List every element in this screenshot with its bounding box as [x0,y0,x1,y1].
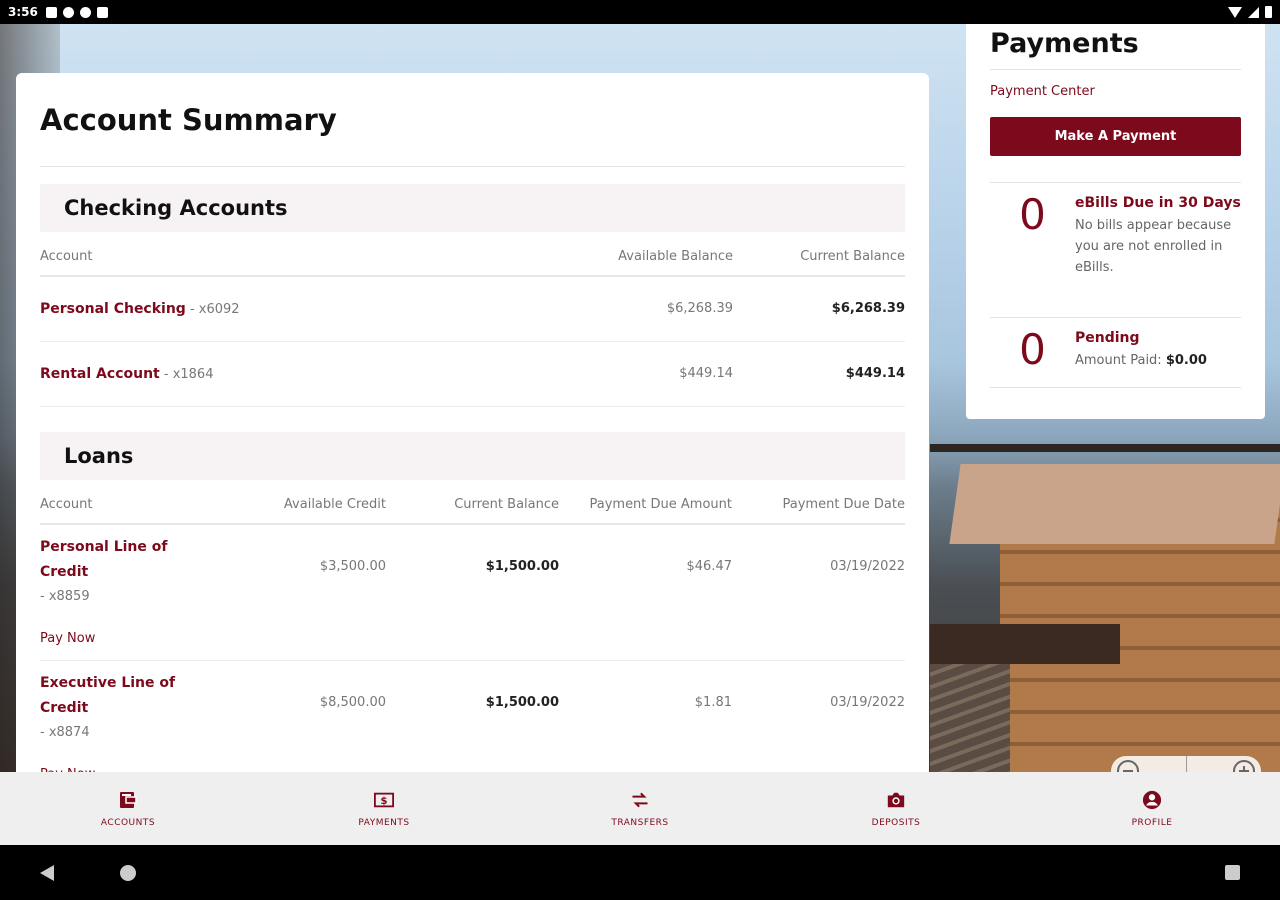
loans-heading: Loans [40,431,905,480]
account-mask: - x8874 [40,725,90,740]
nav-transfers[interactable]: TRANSFERS [512,772,768,845]
nav-label: ACCOUNTS [100,817,156,828]
notification-icon [79,6,91,18]
battery-icon [1265,6,1272,18]
payment-due-amount: $46.47 [559,523,732,661]
ebills-label[interactable]: eBills Due in 30 Days [1075,191,1241,215]
checking-accounts-table: Account Available Balance Current Balanc… [40,232,905,407]
account-summary-card: Account Summary Checking Accounts Accoun… [16,73,929,772]
column-header: Account [40,232,513,277]
account-link[interactable]: Rental Account [40,366,160,382]
user-circle-icon [1142,790,1162,810]
nav-payments[interactable]: $ PAYMENTS [256,772,512,845]
column-header: Available Balance [513,232,733,277]
ebills-description: No bills appear because you are not enro… [1075,218,1232,275]
account-link[interactable]: Personal Line of Credit [40,539,167,580]
pending-row[interactable]: 0 Pending Amount Paid: $0.00 [990,317,1241,387]
account-mask: - x1864 [159,366,214,382]
nav-deposits[interactable]: DEPOSITS [768,772,1024,845]
available-credit: $3,500.00 [206,523,386,661]
column-header: Payment Due Amount [559,479,732,525]
current-balance: $449.14 [733,341,905,407]
transfer-arrows-icon [630,790,650,810]
system-navigation-bar [0,845,1280,900]
column-header: Account [40,479,206,525]
account-mask: - x6092 [185,301,240,317]
account-mask: - x8859 [40,588,90,604]
payments-panel: Payments Payment Center Make A Payment 0… [966,24,1265,419]
nav-label: PROFILE [1131,817,1173,828]
table-row[interactable]: Executive Line of Credit - x8874 Pay Now… [40,660,905,772]
bottom-navigation: ACCOUNTS $ PAYMENTS TRANSFERS DEPOSITS P… [0,772,1280,845]
pending-count: 0 [1019,325,1046,374]
table-row[interactable]: Personal Line of Credit - x8859 Pay Now … [40,523,905,661]
nav-label: PAYMENTS [358,817,410,828]
wifi-icon [1228,6,1242,18]
signal-icon [1248,6,1259,18]
pay-now-link[interactable]: Pay Now [40,763,206,772]
current-balance: $1,500.00 [386,660,559,772]
column-header: Current Balance [386,479,559,525]
nav-profile[interactable]: PROFILE [1024,772,1280,845]
ebills-row[interactable]: 0 eBills Due in 30 Days No bills appear … [990,182,1241,317]
wallet-icon [118,790,138,810]
payment-center-link[interactable]: Payment Center [990,84,1241,104]
map-zoom-control [1111,756,1261,772]
zoom-out-icon[interactable] [1117,760,1139,772]
available-balance: $449.14 [513,341,733,407]
zoom-in-icon[interactable] [1233,760,1255,772]
table-row[interactable]: Personal Checking - x6092 $6,268.39 $6,2… [40,276,905,342]
payments-title: Payments [990,24,1241,70]
notification-icon [62,6,74,18]
account-link[interactable]: Personal Checking [40,301,186,317]
account-link[interactable]: Executive Line of Credit [40,675,175,716]
available-credit: $8,500.00 [206,660,386,772]
make-payment-button[interactable]: Make A Payment [990,117,1241,156]
column-header: Payment Due Date [732,479,905,525]
nav-label: DEPOSITS [871,817,921,828]
svg-text:$: $ [381,796,388,807]
payment-due-date: 03/19/2022 [732,523,905,661]
status-bar: 3:56 [0,0,1280,24]
current-balance: $6,268.39 [733,276,905,342]
dollar-bill-icon: $ [374,790,394,810]
loans-table: Account Available Credit Current Balance… [40,479,905,772]
amount-paid-value: $0.00 [1165,353,1207,368]
checking-accounts-heading: Checking Accounts [40,184,905,232]
home-icon[interactable] [120,865,136,881]
table-row[interactable]: Rental Account - x1864 $449.14 $449.14 [40,341,905,407]
sd-card-icon [96,6,108,18]
recent-apps-icon[interactable] [1225,865,1240,880]
amount-paid-label: Amount Paid: [1075,353,1162,368]
back-icon[interactable] [40,865,54,881]
current-balance: $1,500.00 [386,523,559,661]
payment-due-date: 03/19/2022 [732,660,905,772]
pending-label[interactable]: Pending [1075,326,1241,350]
status-time: 3:56 [8,5,38,19]
available-balance: $6,268.39 [513,276,733,342]
ebills-count: 0 [1019,190,1046,239]
column-header: Current Balance [733,232,905,277]
notification-icon [45,6,57,18]
nav-accounts[interactable]: ACCOUNTS [0,772,256,845]
column-header: Available Credit [206,479,386,525]
nav-label: TRANSFERS [611,817,669,828]
payment-due-amount: $1.81 [559,660,732,772]
page-title: Account Summary [40,99,905,167]
pay-now-link[interactable]: Pay Now [40,627,206,651]
camera-icon [886,790,906,810]
